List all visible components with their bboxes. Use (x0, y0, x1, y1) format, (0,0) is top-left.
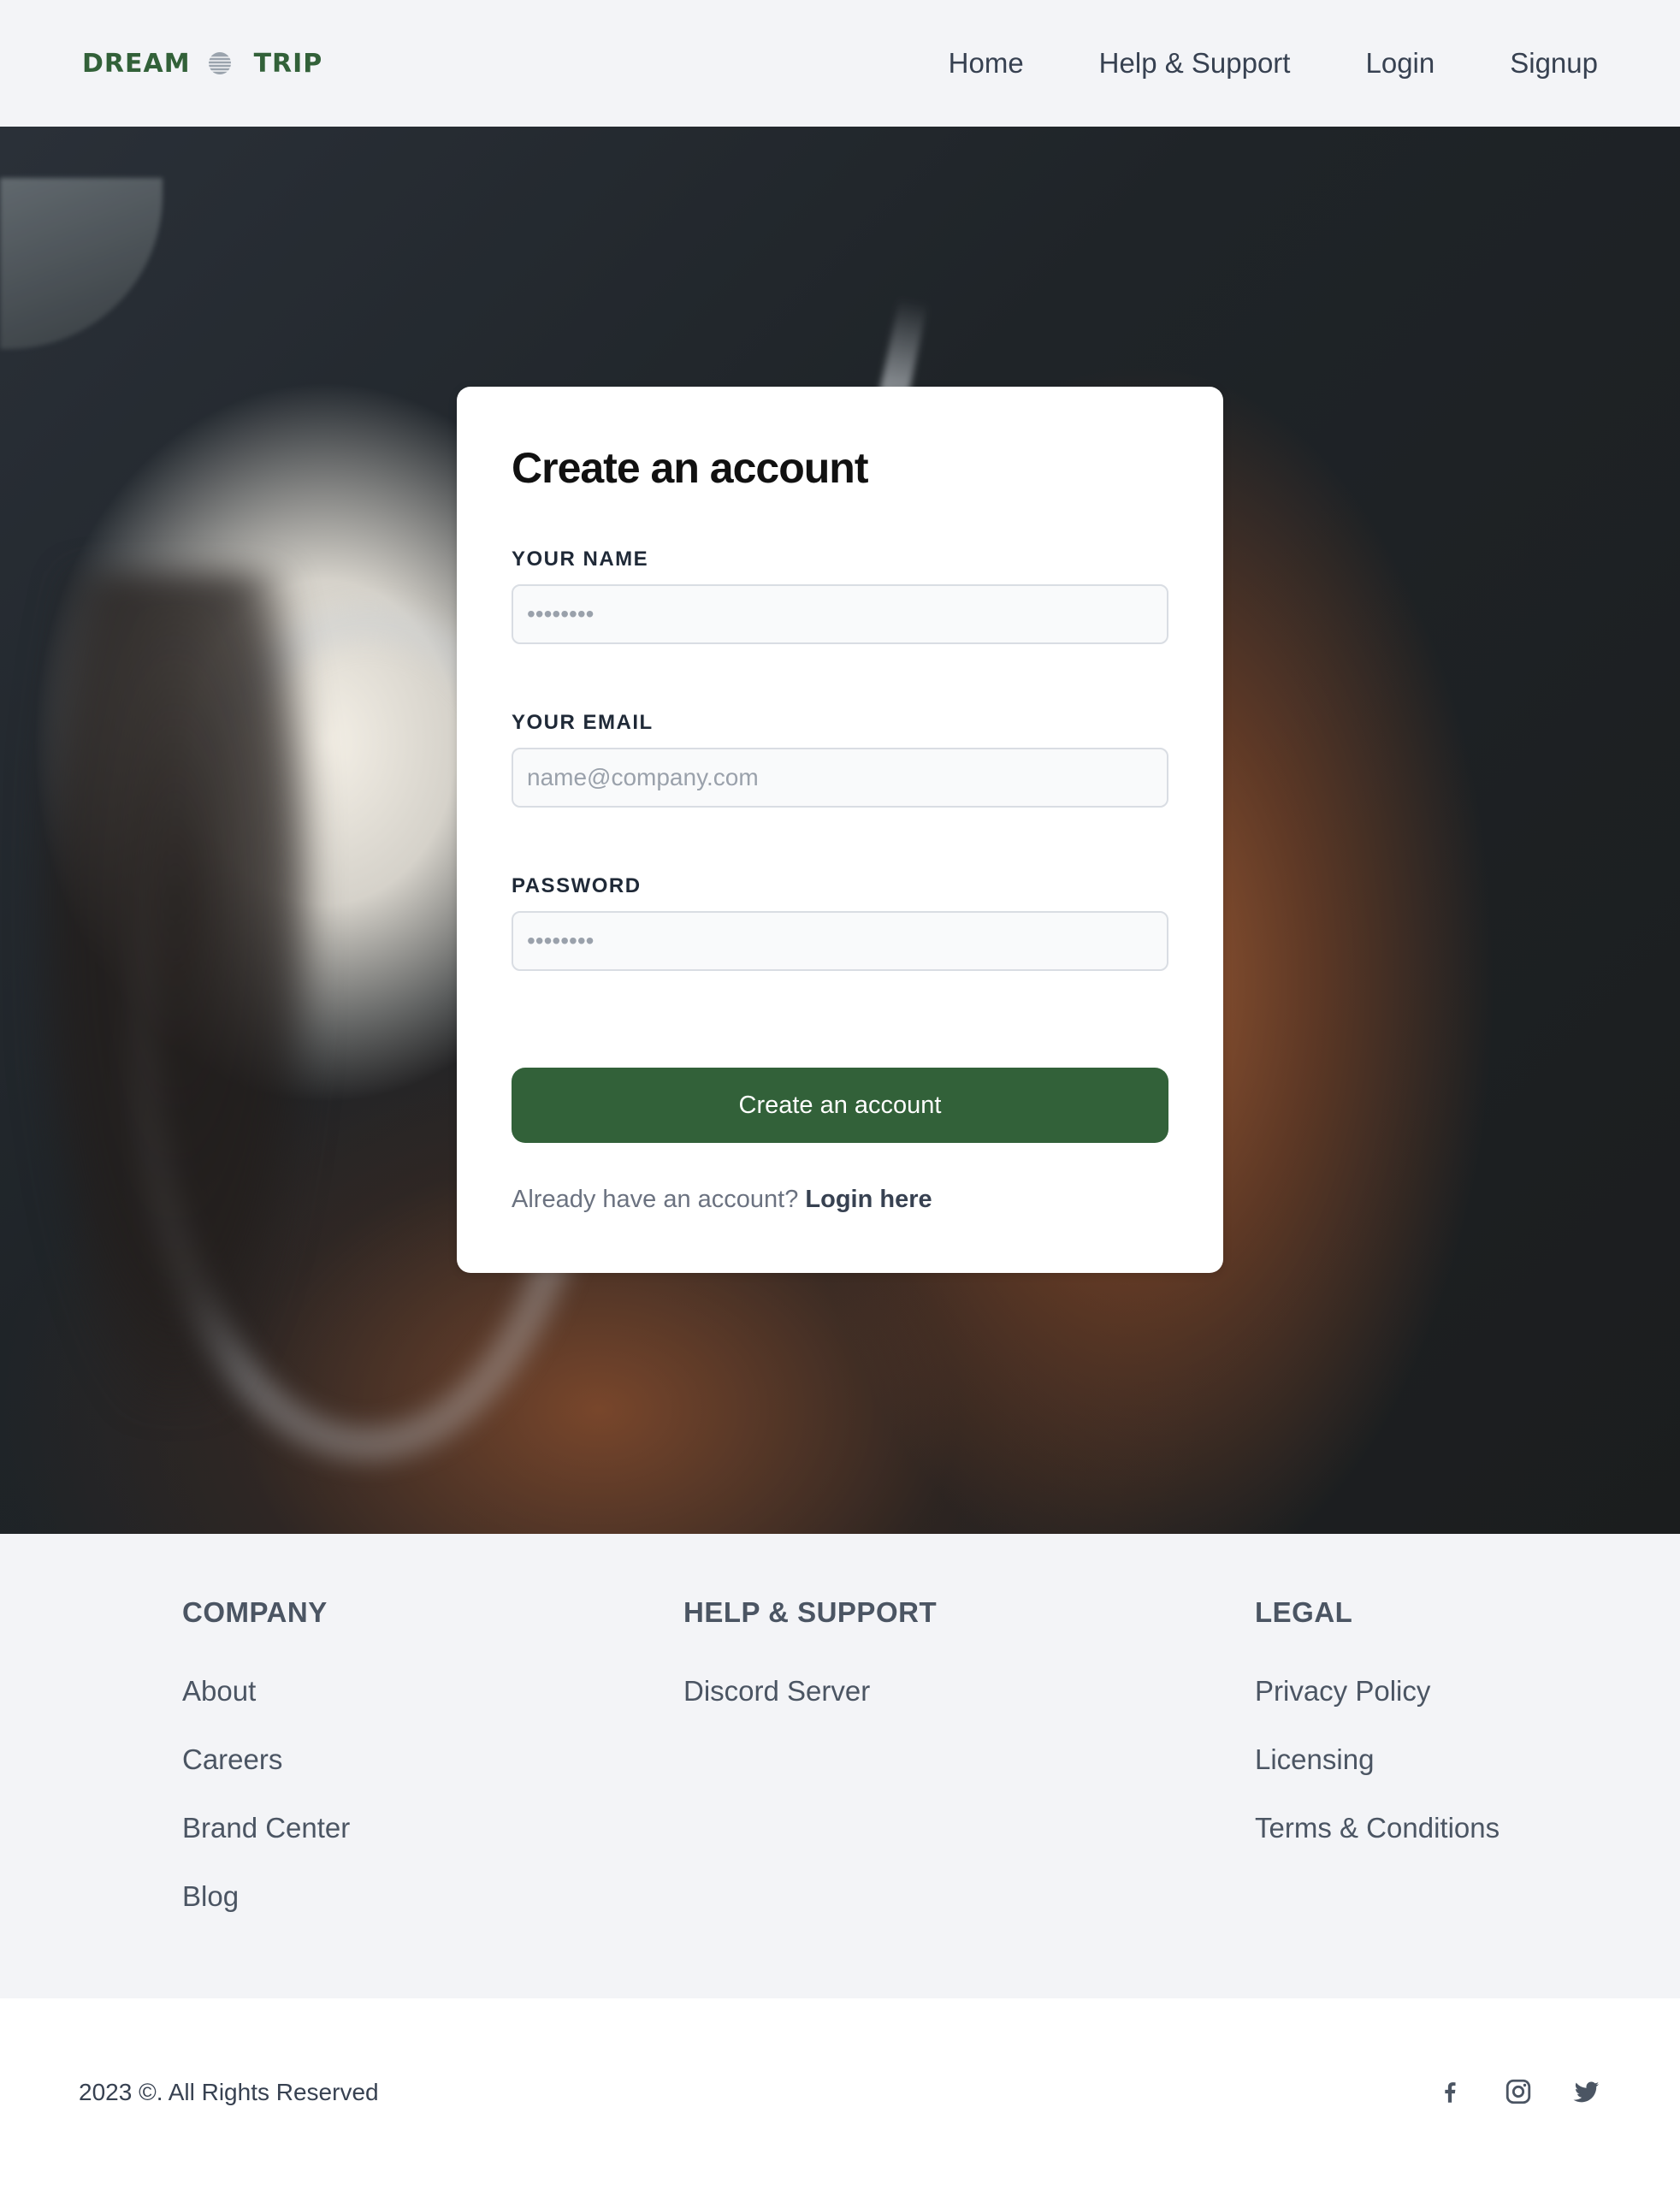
login-here-link[interactable]: Login here (805, 1186, 932, 1213)
nav-signup[interactable]: Signup (1510, 41, 1598, 86)
facebook-icon[interactable] (1435, 2077, 1464, 2106)
footer-column-help: HELP & SUPPORT Discord Server (683, 1592, 937, 1739)
main-nav: Home Help & Support Login Signup (949, 41, 1598, 86)
hero-decor-shape (0, 178, 163, 349)
email-input[interactable] (512, 748, 1168, 808)
logo-text-left: DREAM (82, 48, 191, 79)
globe-icon (208, 52, 231, 74)
footer-link-blog[interactable]: Blog (182, 1880, 239, 1912)
nav-home[interactable]: Home (949, 41, 1024, 86)
email-label: YOUR EMAIL (512, 711, 654, 734)
logo[interactable]: DREAM TRIP (82, 48, 322, 79)
hero-decor-figure (34, 571, 316, 1410)
logo-text-right: TRIP (253, 48, 323, 79)
footer-link-careers[interactable]: Careers (182, 1743, 282, 1775)
footer-link-brand-center[interactable]: Brand Center (182, 1812, 350, 1844)
copyright-text: 2023 ©. All Rights Reserved (79, 2079, 379, 2105)
footer-heading: COMPANY (182, 1596, 328, 1628)
social-links (1435, 2077, 1601, 2106)
site-header: DREAM TRIP Home Help & Support Login Sig… (0, 0, 1680, 127)
footer-heading: HELP & SUPPORT (683, 1596, 938, 1628)
footer-link-about[interactable]: About (182, 1675, 256, 1707)
nav-login[interactable]: Login (1365, 41, 1435, 86)
footer-bottom-bar: 2023 ©. All Rights Reserved (0, 1998, 1680, 2190)
footer-link-terms[interactable]: Terms & Conditions (1255, 1812, 1500, 1844)
footer-link-licensing[interactable]: Licensing (1255, 1743, 1374, 1775)
signup-card: Create an account YOUR NAME YOUR EMAIL P… (457, 387, 1223, 1273)
footer-column-company: COMPANY About Careers Brand Center Blog (182, 1592, 350, 1944)
footer-column-legal: LEGAL Privacy Policy Licensing Terms & C… (1255, 1592, 1500, 1876)
create-account-button[interactable]: Create an account (512, 1068, 1168, 1143)
footer-link-discord[interactable]: Discord Server (683, 1675, 870, 1707)
name-label: YOUR NAME (512, 548, 649, 571)
password-input[interactable] (512, 911, 1168, 971)
footer-heading: LEGAL (1255, 1596, 1353, 1628)
form-title: Create an account (512, 444, 868, 492)
login-prompt: Already have an account? (512, 1186, 799, 1213)
footer-link-privacy[interactable]: Privacy Policy (1255, 1675, 1430, 1707)
twitter-icon[interactable] (1572, 2077, 1601, 2106)
footer-links: COMPANY About Careers Brand Center Blog … (0, 1534, 1680, 1998)
password-label: PASSWORD (512, 874, 642, 897)
instagram-icon[interactable] (1504, 2077, 1533, 2106)
name-input[interactable] (512, 584, 1168, 644)
login-prompt-line: Already have an account? Login here (512, 1186, 932, 1214)
nav-help-support[interactable]: Help & Support (1099, 41, 1291, 86)
